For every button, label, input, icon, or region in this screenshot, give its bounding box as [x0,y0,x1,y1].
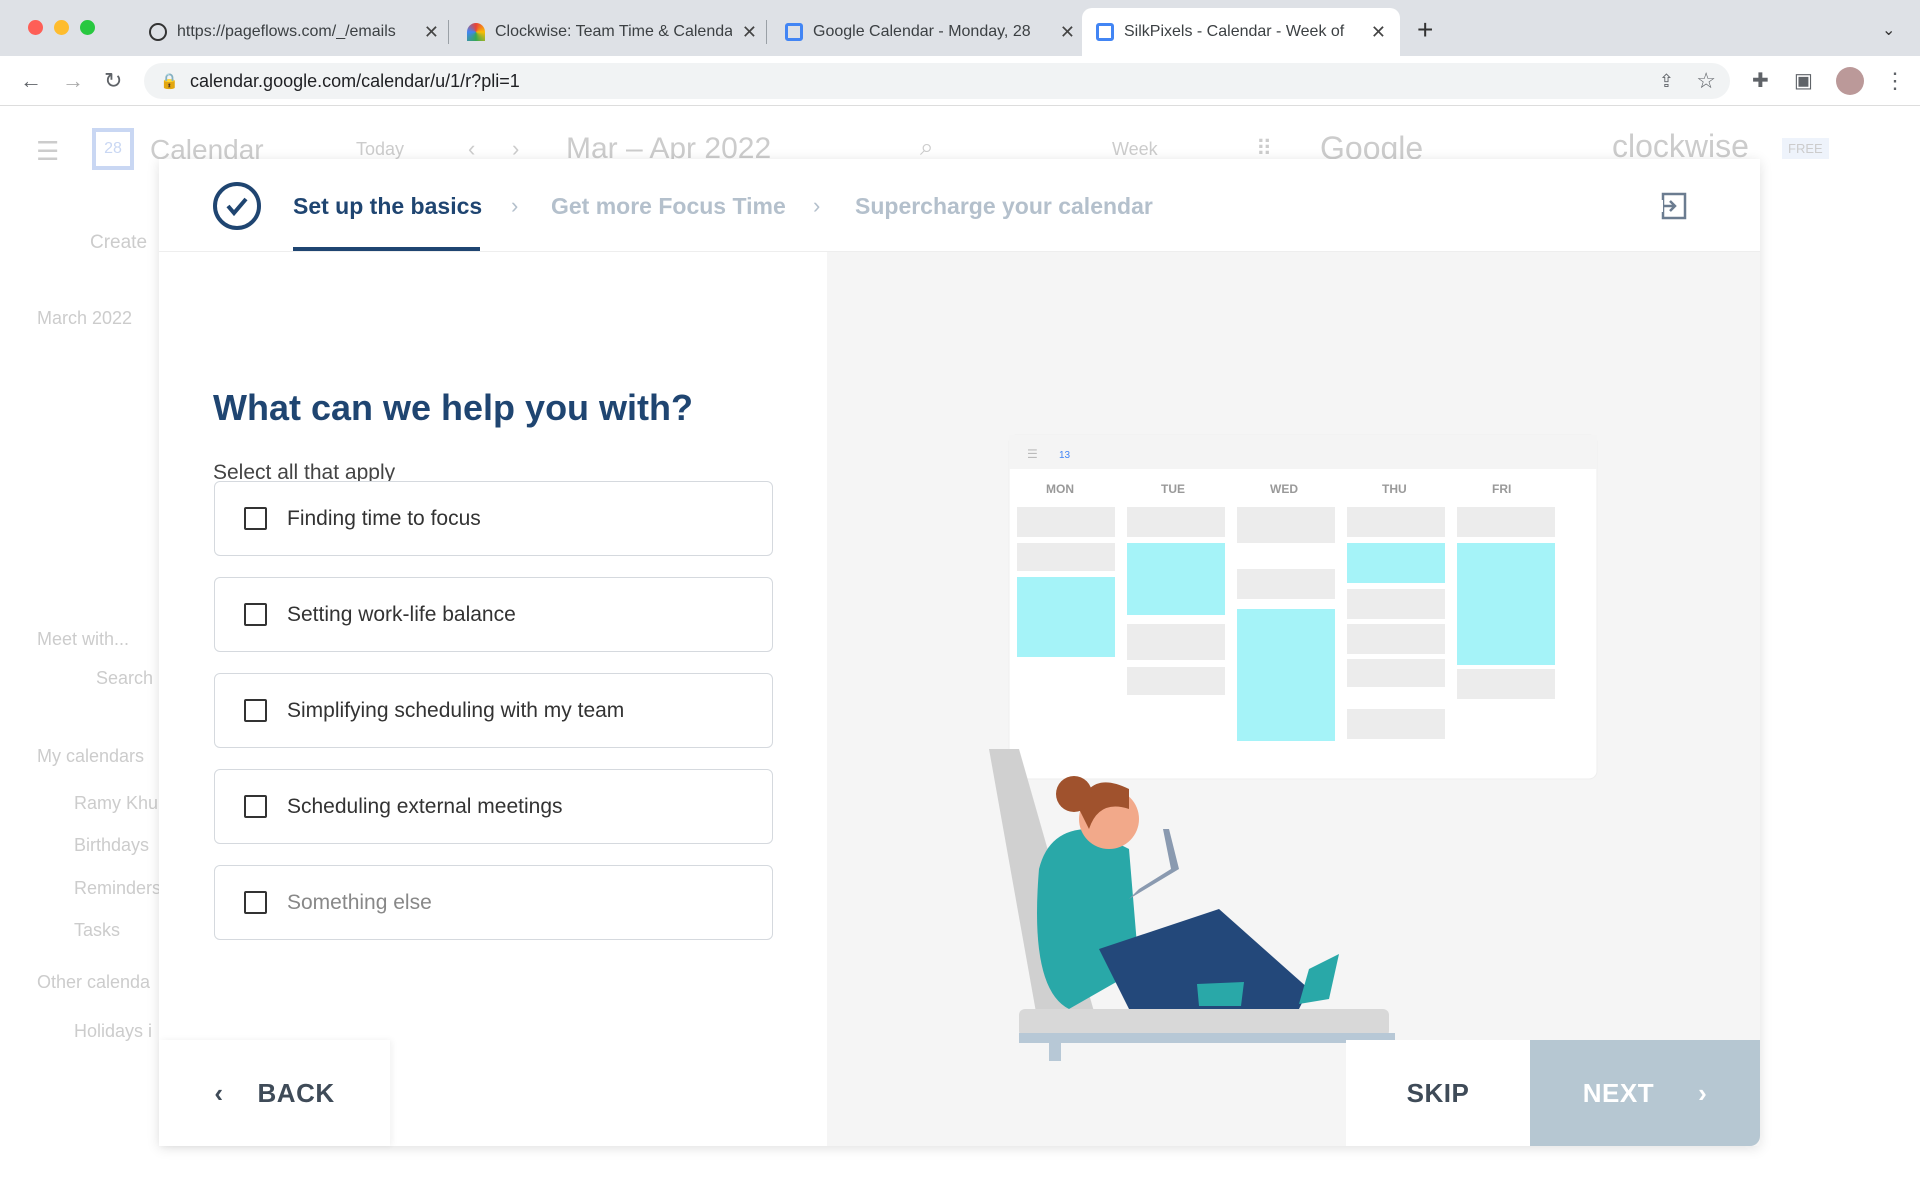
browser-tab[interactable]: Google Calendar - Monday, 28 ✕ [771,8,1089,56]
tab-title: https://pageflows.com/_/emails [177,23,396,40]
step-supercharge[interactable]: Supercharge your calendar [855,193,1153,220]
clockwise-onboarding-modal: Set up the basics › Get more Focus Time … [159,159,1760,1146]
chevron-left-icon: ‹ [214,1077,224,1108]
option-label: Simplifying scheduling with my team [287,698,625,722]
address-bar-row: ← → ↻ 🔒 calendar.google.com/calendar/u/1… [0,56,1920,106]
main-menu-icon[interactable]: ☰ [36,136,59,167]
skip-label: SKIP [1406,1077,1470,1108]
calendar-item[interactable]: Ramy Khu [74,793,158,814]
chevron-right-icon: › [813,193,821,218]
globe-icon [149,23,167,41]
option-label: Finding time to focus [287,506,481,530]
option-team-scheduling[interactable]: Simplifying scheduling with my team [214,673,773,748]
wizard-stepper: Set up the basics › Get more Focus Time … [159,159,1760,252]
forward-arrow-icon[interactable]: → [62,68,84,94]
search-icon[interactable]: ⌕ [920,134,933,162]
close-window-button[interactable] [28,20,43,35]
extensions-icon[interactable]: ✚ [1752,68,1769,93]
illustration-person-with-calendar: ☰ 13 MON TUE WED THU FRI [989,434,1598,1061]
option-label: Setting work-life balance [287,602,516,626]
back-label: BACK [257,1077,335,1108]
skip-button[interactable]: SKIP [1346,1040,1530,1146]
step-check-icon [213,182,261,230]
chevron-right-icon: › [511,193,519,218]
day-label: MON [1046,482,1074,496]
google-calendar-icon [785,23,803,41]
calendar-logo: 28 [92,128,134,170]
step-focus-time[interactable]: Get more Focus Time [551,193,786,220]
close-tab-icon[interactable]: ✕ [1371,22,1386,43]
browser-menu-icon[interactable]: ⋮ [1884,68,1906,94]
close-tab-icon[interactable]: ✕ [424,22,439,43]
next-button-disabled[interactable]: NEXT › [1530,1040,1760,1146]
option-work-life-balance[interactable]: Setting work-life balance [214,577,773,652]
day-label: WED [1270,482,1298,496]
new-tab-button[interactable]: + [1417,14,1433,46]
exit-icon[interactable] [1659,192,1687,220]
close-tab-icon[interactable]: ✕ [1060,22,1075,43]
create-button[interactable]: Create [90,232,147,254]
close-tab-icon[interactable]: ✕ [742,22,757,43]
mini-calendar-month: March 2022 [37,308,133,328]
google-calendar-icon [1096,23,1114,41]
checkbox[interactable] [244,507,267,530]
side-panel-icon[interactable]: ▣ [1794,68,1813,93]
option-finding-time-to-focus[interactable]: Finding time to focus [214,481,773,556]
next-label: NEXT [1582,1077,1655,1108]
browser-tab-bar: https://pageflows.com/_/emails ✕ Clockwis… [0,0,1920,56]
checkbox[interactable] [244,699,267,722]
active-step-indicator [293,247,480,251]
option-label: Scheduling external meetings [287,794,563,818]
my-calendars-heading: My calendars [37,746,145,766]
step-set-up-basics[interactable]: Set up the basics [293,193,482,220]
tab-title: Clockwise: Team Time & Calendar [495,23,732,40]
browser-tab[interactable]: https://pageflows.com/_/emails ✕ [135,8,453,56]
checkbox[interactable] [244,795,267,818]
option-label: Something else [287,890,432,914]
illustration-date: 13 [1059,450,1071,461]
people-search-input[interactable]: Search [96,668,153,689]
maximize-window-button[interactable] [80,20,95,35]
reload-icon[interactable]: ↻ [104,68,122,94]
clockwise-icon [467,23,485,41]
lock-icon: 🔒 [160,73,179,90]
tab-title: Google Calendar - Monday, 28 [813,23,1031,40]
url-text: calendar.google.com/calendar/u/1/r?pli=1 [190,70,520,91]
option-external-meetings[interactable]: Scheduling external meetings [214,769,773,844]
bookmark-star-icon[interactable]: ☆ [1696,68,1716,94]
question-title: What can we help you with? [213,387,694,428]
day-label: FRI [1492,482,1511,496]
calendar-item[interactable]: Tasks [74,920,120,941]
option-something-else[interactable]: Something else [214,865,773,940]
view-select[interactable]: Week [1112,139,1158,160]
back-arrow-icon[interactable]: ← [20,68,42,94]
day-label: THU [1382,482,1407,496]
tab-search-chevron-icon[interactable]: ⌄ [1882,20,1895,40]
calendar-item[interactable]: Holidays i [74,1021,152,1042]
back-button[interactable]: ‹ BACK [159,1040,390,1146]
minimize-window-button[interactable] [54,20,69,35]
profile-avatar[interactable] [1836,67,1864,95]
chevron-right-icon: › [1698,1077,1708,1108]
svg-text:☰: ☰ [1027,447,1038,461]
tab-title: SilkPixels - Calendar - Week of [1124,23,1345,40]
browser-tab-active[interactable]: SilkPixels - Calendar - Week of ✕ [1082,8,1400,56]
other-calendars-heading: Other calenda [37,972,151,992]
plan-badge: FREE [1782,138,1829,159]
question-panel: What can we help you with? Select all th… [159,252,827,1146]
checkbox[interactable] [244,603,267,626]
today-button[interactable]: Today [356,139,404,160]
checkbox[interactable] [244,891,267,914]
day-label: TUE [1161,482,1185,496]
url-input[interactable]: 🔒 calendar.google.com/calendar/u/1/r?pli… [144,63,1730,99]
share-icon[interactable]: ⇪ [1659,71,1674,92]
browser-tab[interactable]: Clockwise: Team Time & Calendar ✕ [453,8,771,56]
calendar-item[interactable]: Reminders [74,878,161,899]
meet-with-heading: Meet with... [37,629,130,649]
calendar-item[interactable]: Birthdays [74,835,149,856]
